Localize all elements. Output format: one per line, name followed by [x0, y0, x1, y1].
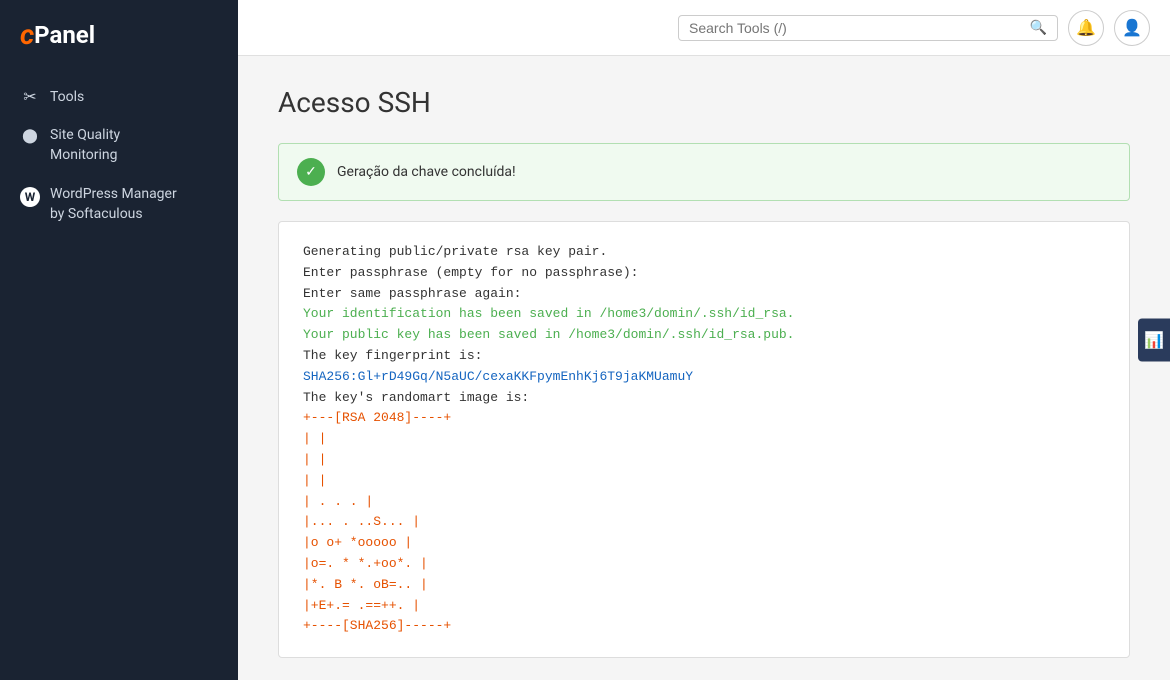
terminal-line: | |: [303, 429, 1105, 450]
terminal-line: Enter same passphrase again:: [303, 284, 1105, 305]
header: 🔍 🔔 👤: [238, 0, 1170, 56]
page-title: Acesso SSH: [278, 86, 1130, 119]
sidebar-item-tools[interactable]: ✂ Tools: [0, 77, 238, 116]
success-message: Geração da chave concluída!: [337, 164, 516, 180]
terminal-line: | . . . |: [303, 492, 1105, 513]
search-input[interactable]: [689, 20, 1030, 36]
terminal-line: | |: [303, 471, 1105, 492]
terminal-line: |*. B *. oB=.. |: [303, 575, 1105, 596]
sidebar-item-site-quality[interactable]: ⬤ Site Quality Monitoring: [0, 116, 238, 175]
user-button[interactable]: 👤: [1114, 10, 1150, 46]
sqm-label-line1: Site Quality: [50, 127, 120, 143]
sqm-label-line2: Monitoring: [50, 147, 118, 163]
wp-label-line2: by Softaculous: [50, 206, 143, 222]
search-icon: 🔍: [1030, 20, 1047, 36]
feedback-tab[interactable]: 📊: [1138, 319, 1170, 362]
wordpress-icon: W: [20, 187, 40, 207]
tools-icon: ✂: [20, 87, 40, 106]
terminal-line: Enter passphrase (empty for no passphras…: [303, 263, 1105, 284]
terminal-line: |o=. * *.+oo*. |: [303, 554, 1105, 575]
cpanel-logo: cPanel: [0, 0, 238, 65]
success-banner: ✓ Geração da chave concluída!: [278, 143, 1130, 201]
sidebar-item-wordpress[interactable]: W WordPress Manager by Softaculous: [0, 175, 238, 234]
logo-c: c: [20, 18, 34, 51]
search-box-container[interactable]: 🔍: [678, 15, 1058, 41]
sidebar-item-wp-label: WordPress Manager by Softaculous: [50, 185, 177, 224]
feedback-icon: 📊: [1144, 331, 1164, 350]
terminal-line: |+E+.= .==++. |: [303, 596, 1105, 617]
wp-label-line1: WordPress Manager: [50, 186, 177, 202]
logo-panel: Panel: [34, 21, 95, 49]
terminal-line: The key fingerprint is:: [303, 346, 1105, 367]
sidebar-item-sqm-label: Site Quality Monitoring: [50, 126, 120, 165]
terminal-line: Generating public/private rsa key pair.: [303, 242, 1105, 263]
terminal-line: |o o+ *ooooo |: [303, 533, 1105, 554]
user-icon: 👤: [1122, 18, 1142, 37]
success-icon: ✓: [297, 158, 325, 186]
sidebar-nav: ✂ Tools ⬤ Site Quality Monitoring W Word…: [0, 65, 238, 246]
terminal-line: +---[RSA 2048]----+: [303, 408, 1105, 429]
terminal-line: SHA256:Gl+rD49Gq/N5aUC/cexaKKFpymEnhKj6T…: [303, 367, 1105, 388]
terminal-output: Generating public/private rsa key pair.E…: [278, 221, 1130, 658]
terminal-line: |... . ..S... |: [303, 512, 1105, 533]
notifications-button[interactable]: 🔔: [1068, 10, 1104, 46]
bell-icon: 🔔: [1076, 18, 1096, 37]
terminal-line: | |: [303, 450, 1105, 471]
terminal-line: The key's randomart image is:: [303, 388, 1105, 409]
sidebar: cPanel ✂ Tools ⬤ Site Quality Monitoring…: [0, 0, 238, 680]
terminal-line: Your public key has been saved in /home3…: [303, 325, 1105, 346]
terminal-line: Your identification has been saved in /h…: [303, 304, 1105, 325]
site-quality-icon: ⬤: [20, 128, 40, 144]
main-area: 🔍 🔔 👤 Acesso SSH ✓ Geração da chave conc…: [238, 0, 1170, 680]
content-area: Acesso SSH ✓ Geração da chave concluída!…: [238, 56, 1170, 680]
terminal-line: +----[SHA256]-----+: [303, 616, 1105, 637]
sidebar-item-tools-label: Tools: [50, 89, 84, 105]
